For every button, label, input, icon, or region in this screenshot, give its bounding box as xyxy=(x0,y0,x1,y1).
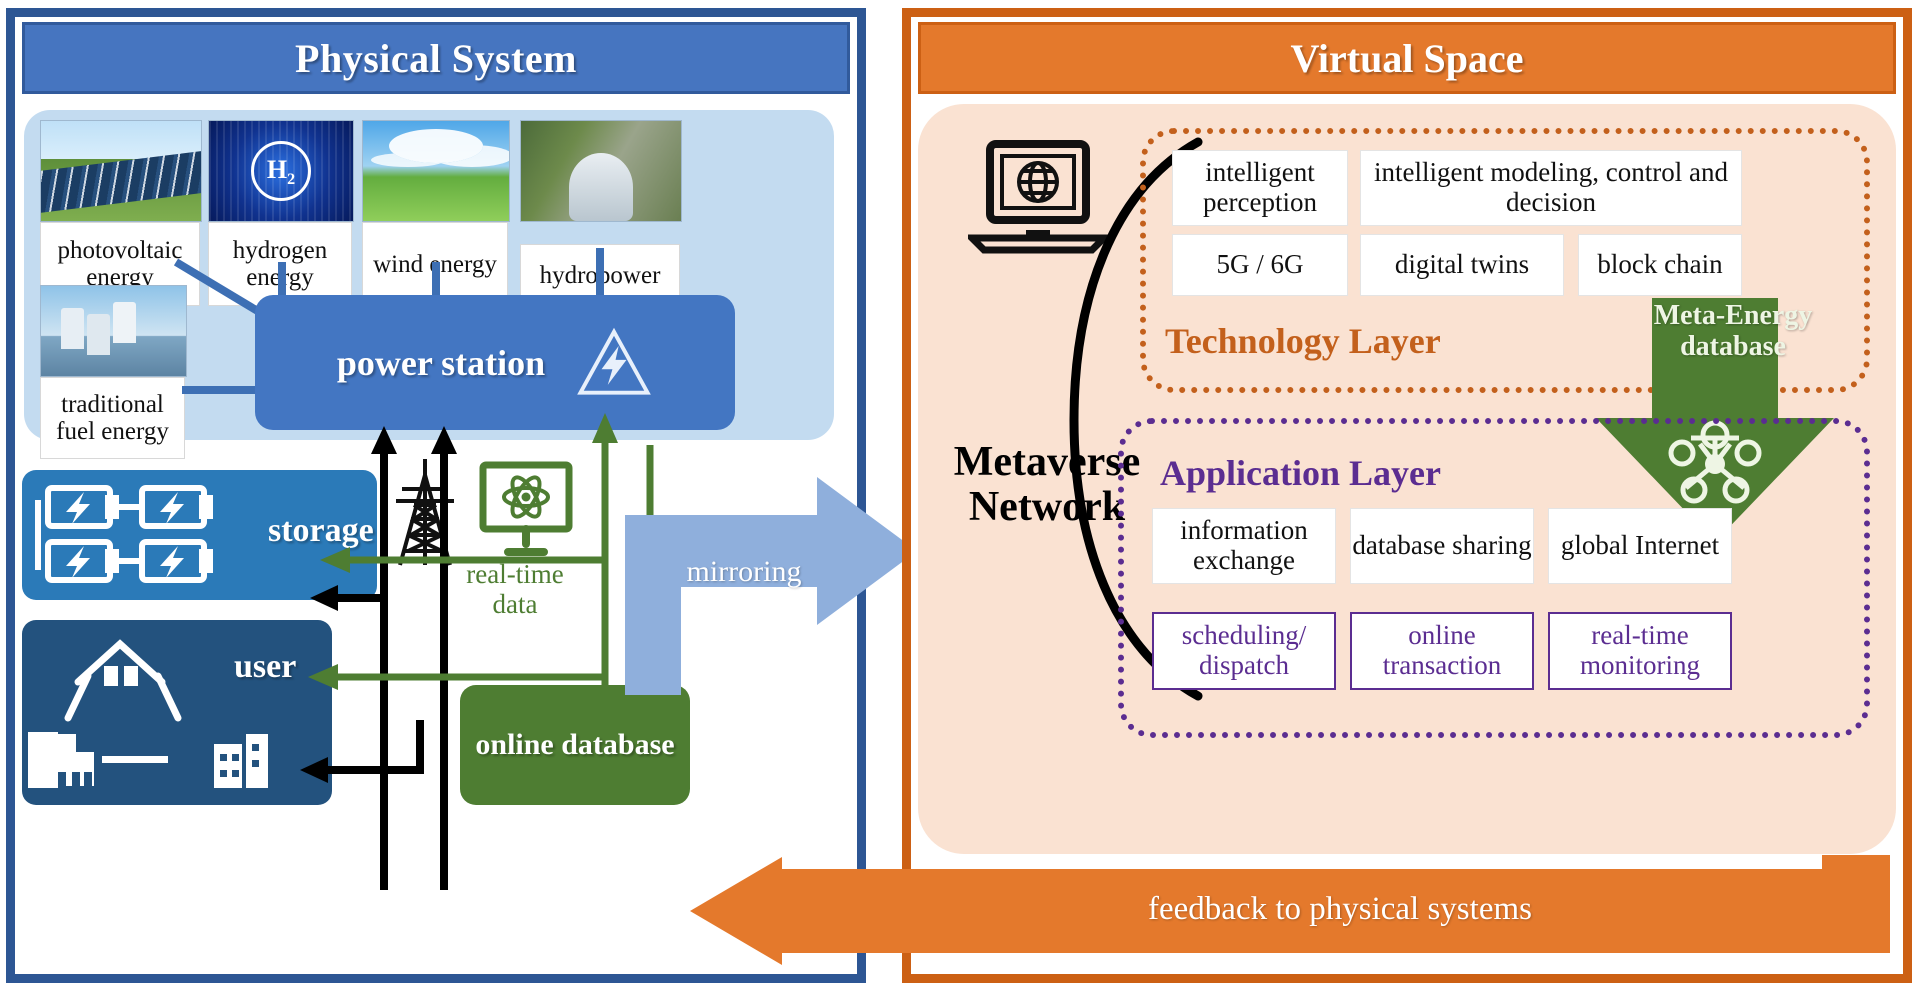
app-highlight-real-time-monitoring[interactable]: real-time monitoring xyxy=(1548,612,1732,690)
hydrogen-h2-photo: H2 xyxy=(208,120,354,222)
solar-panel-photo xyxy=(40,120,202,222)
high-voltage-icon xyxy=(577,327,652,395)
virtual-space-title: Virtual Space xyxy=(1290,35,1524,81)
source-label: traditional fuel energy xyxy=(40,377,185,459)
app-item-information-exchange[interactable]: information exchange xyxy=(1152,508,1336,584)
meta-energy-database-label: Meta-Energy database xyxy=(1653,300,1813,363)
tech-item-5g-6g[interactable]: 5G / 6G xyxy=(1172,234,1348,296)
connector-traditional-fuel xyxy=(182,386,262,394)
source-card-photovoltaic[interactable]: photovoltaic energy xyxy=(40,120,202,306)
battery-array-icon xyxy=(35,485,213,583)
app-item-database-sharing[interactable]: database sharing xyxy=(1350,508,1534,584)
tech-item-intelligent-perception[interactable]: intelligent perception xyxy=(1172,150,1348,226)
app-highlight-scheduling-dispatch[interactable]: scheduling/ dispatch xyxy=(1152,612,1336,690)
wind-turbine-photo xyxy=(362,120,510,222)
source-card-traditional-fuel[interactable]: traditional fuel energy xyxy=(40,285,187,459)
app-highlight-online-transaction[interactable]: online transaction xyxy=(1350,612,1534,690)
tech-item-digital-twins[interactable]: digital twins xyxy=(1360,234,1564,296)
app-item-global-internet[interactable]: global Internet xyxy=(1548,508,1732,584)
application-layer-title: Application Layer xyxy=(1160,453,1442,493)
physical-system-header: Physical System xyxy=(22,22,850,94)
tech-item-block-chain[interactable]: block chain xyxy=(1578,234,1742,296)
mirroring-label: mirroring xyxy=(686,555,802,588)
mirroring-arrow: mirroring xyxy=(605,455,935,695)
feedback-arrow: feedback to physical systems xyxy=(690,855,1890,965)
feedback-label: feedback to physical systems xyxy=(1148,891,1532,927)
real-time-data-label: real-time data xyxy=(466,559,564,619)
tech-item-intelligent-modeling[interactable]: intelligent modeling, control and decisi… xyxy=(1360,150,1742,226)
diagram-canvas: Physical System photovoltaic energy H2 h… xyxy=(0,0,1918,1005)
power-station-label: power station xyxy=(336,342,546,383)
hydro-dam-photo xyxy=(520,120,682,222)
physical-system-title: Physical System xyxy=(295,35,577,81)
technology-layer-title: Technology Layer xyxy=(1165,321,1441,361)
virtual-space-header: Virtual Space xyxy=(918,22,1896,94)
fuel-plant-photo xyxy=(40,285,187,377)
